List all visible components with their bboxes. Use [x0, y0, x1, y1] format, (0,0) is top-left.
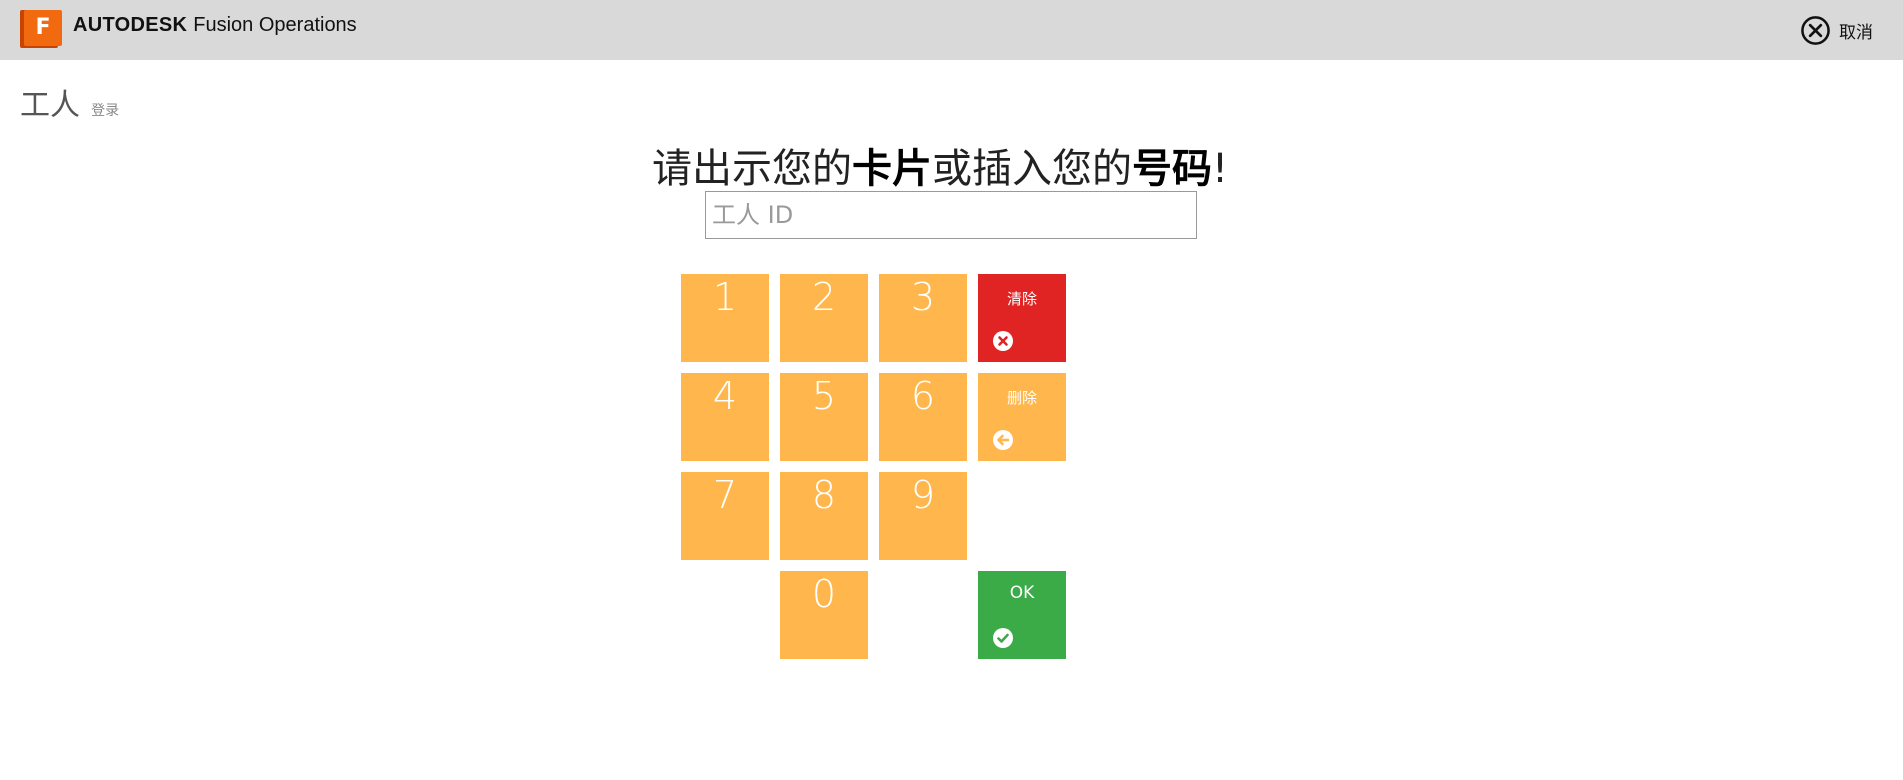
ok-button[interactable]: OK — [978, 571, 1066, 659]
key-0[interactable]: 0 — [780, 571, 868, 659]
prompt-text-1: 请出示您的 — [651, 146, 852, 192]
key-6[interactable]: 6 — [879, 373, 967, 461]
key-1[interactable]: 1 — [681, 274, 769, 362]
ok-label: OK — [1009, 583, 1035, 603]
prompt-text-2: 或插入您的 — [931, 146, 1132, 192]
clear-label: 清除 — [1006, 290, 1037, 308]
key-3[interactable]: 3 — [879, 274, 967, 362]
check-circle-icon — [992, 627, 1014, 649]
cancel-label: 取消 — [1839, 22, 1873, 43]
arrow-left-circle-icon — [992, 429, 1014, 451]
x-circle-icon — [992, 330, 1014, 352]
page-heading: 工人 登录 — [20, 80, 119, 124]
clear-button[interactable]: 清除 — [978, 274, 1066, 362]
top-bar: F AUTODESK Fusion Operations 取消 — [0, 0, 1903, 60]
delete-button[interactable]: 删除 — [978, 373, 1066, 461]
key-7[interactable]: 7 — [681, 472, 769, 560]
key-5[interactable]: 5 — [780, 373, 868, 461]
page-title: 工人 — [20, 88, 80, 123]
prompt-bold-number: 号码 — [1131, 146, 1212, 192]
key-8[interactable]: 8 — [780, 472, 868, 560]
cancel-button[interactable]: 取消 — [1800, 14, 1873, 46]
fusion-logo-letter: F — [24, 10, 62, 46]
page-subtitle: 登录 — [91, 103, 120, 119]
key-4[interactable]: 4 — [681, 373, 769, 461]
fusion-logo: F — [20, 10, 62, 50]
brand-autodesk: AUTODESK — [73, 14, 188, 36]
login-prompt: 请出示您的卡片或插入您的号码! — [640, 136, 1240, 194]
key-9[interactable]: 9 — [879, 472, 967, 560]
prompt-bold-card: 卡片 — [851, 146, 932, 192]
worker-id-input[interactable] — [705, 191, 1197, 239]
brand-name: AUTODESK Fusion Operations — [73, 14, 357, 37]
close-circle-icon — [1801, 15, 1830, 45]
key-2[interactable]: 2 — [780, 274, 868, 362]
delete-label: 删除 — [1006, 389, 1037, 407]
brand-product: Fusion Operations — [193, 14, 357, 36]
prompt-end: ! — [1211, 146, 1229, 192]
